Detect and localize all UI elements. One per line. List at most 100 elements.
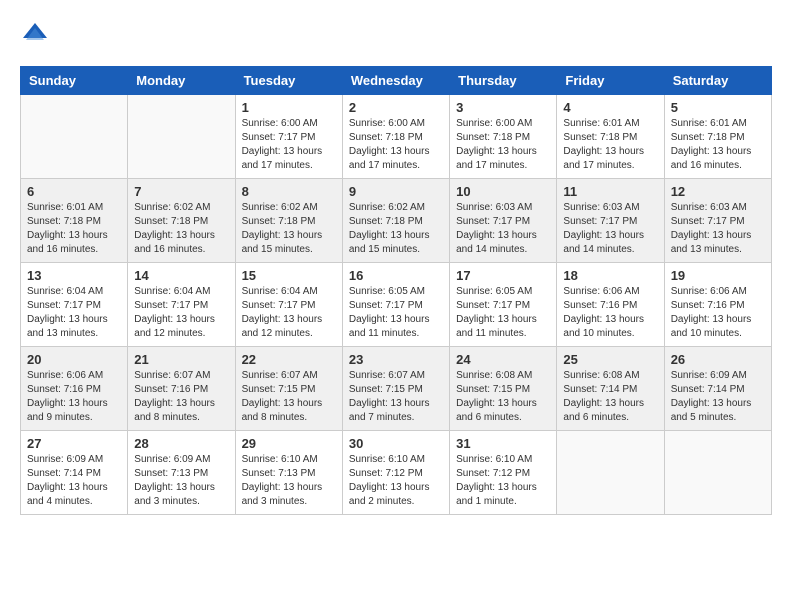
day-info: Sunrise: 6:09 AM Sunset: 7:13 PM Dayligh… (134, 453, 228, 509)
calendar-cell: 10 Sunrise: 6:03 AM Sunset: 7:17 PM Dayli… (450, 179, 557, 263)
day-number: 14 (134, 268, 228, 283)
day-info: Sunrise: 6:04 AM Sunset: 7:17 PM Dayligh… (242, 285, 336, 341)
day-number: 12 (671, 184, 765, 199)
calendar-cell: 23 Sunrise: 6:07 AM Sunset: 7:15 PM Dayli… (342, 347, 449, 431)
day-number: 11 (563, 184, 657, 199)
calendar-cell: 14 Sunrise: 6:04 AM Sunset: 7:17 PM Dayli… (128, 263, 235, 347)
calendar-cell: 7 Sunrise: 6:02 AM Sunset: 7:18 PM Daylig… (128, 179, 235, 263)
day-info: Sunrise: 6:01 AM Sunset: 7:18 PM Dayligh… (563, 117, 657, 173)
day-info: Sunrise: 6:09 AM Sunset: 7:14 PM Dayligh… (27, 453, 121, 509)
day-number: 18 (563, 268, 657, 283)
weekday-header-tuesday: Tuesday (235, 67, 342, 95)
day-info: Sunrise: 6:09 AM Sunset: 7:14 PM Dayligh… (671, 369, 765, 425)
day-number: 6 (27, 184, 121, 199)
day-info: Sunrise: 6:01 AM Sunset: 7:18 PM Dayligh… (671, 117, 765, 173)
day-number: 19 (671, 268, 765, 283)
day-info: Sunrise: 6:10 AM Sunset: 7:12 PM Dayligh… (349, 453, 443, 509)
day-number: 31 (456, 436, 550, 451)
calendar-cell: 19 Sunrise: 6:06 AM Sunset: 7:16 PM Dayli… (664, 263, 771, 347)
day-number: 21 (134, 352, 228, 367)
calendar-header-row: SundayMondayTuesdayWednesdayThursdayFrid… (21, 67, 772, 95)
day-info: Sunrise: 6:04 AM Sunset: 7:17 PM Dayligh… (27, 285, 121, 341)
day-info: Sunrise: 6:08 AM Sunset: 7:14 PM Dayligh… (563, 369, 657, 425)
day-number: 26 (671, 352, 765, 367)
calendar-cell: 17 Sunrise: 6:05 AM Sunset: 7:17 PM Dayli… (450, 263, 557, 347)
day-info: Sunrise: 6:03 AM Sunset: 7:17 PM Dayligh… (563, 201, 657, 257)
day-number: 27 (27, 436, 121, 451)
calendar-cell: 25Sunrise: 6:08 AM Sunset: 7:14 PM Dayli… (557, 347, 664, 431)
day-number: 22 (242, 352, 336, 367)
calendar-cell: 8 Sunrise: 6:02 AM Sunset: 7:18 PM Daylig… (235, 179, 342, 263)
day-number: 23 (349, 352, 443, 367)
calendar-cell: 9Sunrise: 6:02 AM Sunset: 7:18 PM Daylig… (342, 179, 449, 263)
day-number: 7 (134, 184, 228, 199)
day-number: 16 (349, 268, 443, 283)
day-number: 28 (134, 436, 228, 451)
day-info: Sunrise: 6:05 AM Sunset: 7:17 PM Dayligh… (349, 285, 443, 341)
day-info: Sunrise: 6:04 AM Sunset: 7:17 PM Dayligh… (134, 285, 228, 341)
calendar-week-row: 1 Sunrise: 6:00 AM Sunset: 7:17 PM Daylig… (21, 95, 772, 179)
day-info: Sunrise: 6:01 AM Sunset: 7:18 PM Dayligh… (27, 201, 121, 257)
calendar-cell: 31 Sunrise: 6:10 AM Sunset: 7:12 PM Dayli… (450, 431, 557, 515)
day-info: Sunrise: 6:10 AM Sunset: 7:12 PM Dayligh… (456, 453, 550, 509)
calendar-cell: 12 Sunrise: 6:03 AM Sunset: 7:17 PM Dayli… (664, 179, 771, 263)
calendar-cell: 27 Sunrise: 6:09 AM Sunset: 7:14 PM Dayli… (21, 431, 128, 515)
calendar-cell: 22 Sunrise: 6:07 AM Sunset: 7:15 PM Dayli… (235, 347, 342, 431)
calendar-cell (557, 431, 664, 515)
day-number: 29 (242, 436, 336, 451)
day-info: Sunrise: 6:03 AM Sunset: 7:17 PM Dayligh… (456, 201, 550, 257)
calendar-week-row: 20 Sunrise: 6:06 AM Sunset: 7:16 PM Dayli… (21, 347, 772, 431)
calendar-cell (664, 431, 771, 515)
day-number: 10 (456, 184, 550, 199)
weekday-header-monday: Monday (128, 67, 235, 95)
calendar-table: SundayMondayTuesdayWednesdayThursdayFrid… (20, 66, 772, 515)
day-info: Sunrise: 6:02 AM Sunset: 7:18 PM Dayligh… (242, 201, 336, 257)
day-info: Sunrise: 6:00 AM Sunset: 7:18 PM Dayligh… (456, 117, 550, 173)
calendar-cell: 30 Sunrise: 6:10 AM Sunset: 7:12 PM Dayli… (342, 431, 449, 515)
calendar-cell: 1 Sunrise: 6:00 AM Sunset: 7:17 PM Daylig… (235, 95, 342, 179)
day-number: 9 (349, 184, 443, 199)
day-number: 13 (27, 268, 121, 283)
day-number: 20 (27, 352, 121, 367)
day-info: Sunrise: 6:00 AM Sunset: 7:18 PM Dayligh… (349, 117, 443, 173)
day-number: 24 (456, 352, 550, 367)
calendar-week-row: 6 Sunrise: 6:01 AM Sunset: 7:18 PM Daylig… (21, 179, 772, 263)
weekday-header-saturday: Saturday (664, 67, 771, 95)
calendar-week-row: 27 Sunrise: 6:09 AM Sunset: 7:14 PM Dayli… (21, 431, 772, 515)
day-info: Sunrise: 6:08 AM Sunset: 7:15 PM Dayligh… (456, 369, 550, 425)
calendar-cell: 13 Sunrise: 6:04 AM Sunset: 7:17 PM Dayli… (21, 263, 128, 347)
day-info: Sunrise: 6:03 AM Sunset: 7:17 PM Dayligh… (671, 201, 765, 257)
calendar-cell: 4 Sunrise: 6:01 AM Sunset: 7:18 PM Daylig… (557, 95, 664, 179)
day-info: Sunrise: 6:06 AM Sunset: 7:16 PM Dayligh… (671, 285, 765, 341)
calendar-cell: 5Sunrise: 6:01 AM Sunset: 7:18 PM Daylig… (664, 95, 771, 179)
calendar-cell: 6 Sunrise: 6:01 AM Sunset: 7:18 PM Daylig… (21, 179, 128, 263)
calendar-cell: 28 Sunrise: 6:09 AM Sunset: 7:13 PM Dayli… (128, 431, 235, 515)
day-info: Sunrise: 6:06 AM Sunset: 7:16 PM Dayligh… (27, 369, 121, 425)
day-number: 8 (242, 184, 336, 199)
day-info: Sunrise: 6:07 AM Sunset: 7:15 PM Dayligh… (349, 369, 443, 425)
calendar-cell: 21 Sunrise: 6:07 AM Sunset: 7:16 PM Dayli… (128, 347, 235, 431)
day-number: 1 (242, 100, 336, 115)
day-info: Sunrise: 6:07 AM Sunset: 7:15 PM Dayligh… (242, 369, 336, 425)
page-header (20, 20, 772, 50)
calendar-cell: 3Sunrise: 6:00 AM Sunset: 7:18 PM Daylig… (450, 95, 557, 179)
calendar-cell: 20 Sunrise: 6:06 AM Sunset: 7:16 PM Dayli… (21, 347, 128, 431)
day-info: Sunrise: 6:07 AM Sunset: 7:16 PM Dayligh… (134, 369, 228, 425)
day-number: 4 (563, 100, 657, 115)
day-number: 17 (456, 268, 550, 283)
calendar-cell: 15Sunrise: 6:04 AM Sunset: 7:17 PM Dayli… (235, 263, 342, 347)
day-info: Sunrise: 6:05 AM Sunset: 7:17 PM Dayligh… (456, 285, 550, 341)
calendar-cell: 29 Sunrise: 6:10 AM Sunset: 7:13 PM Dayli… (235, 431, 342, 515)
day-number: 30 (349, 436, 443, 451)
calendar-cell: 26 Sunrise: 6:09 AM Sunset: 7:14 PM Dayli… (664, 347, 771, 431)
weekday-header-wednesday: Wednesday (342, 67, 449, 95)
calendar-week-row: 13 Sunrise: 6:04 AM Sunset: 7:17 PM Dayli… (21, 263, 772, 347)
day-info: Sunrise: 6:10 AM Sunset: 7:13 PM Dayligh… (242, 453, 336, 509)
calendar-cell (128, 95, 235, 179)
weekday-header-friday: Friday (557, 67, 664, 95)
day-info: Sunrise: 6:02 AM Sunset: 7:18 PM Dayligh… (134, 201, 228, 257)
day-info: Sunrise: 6:06 AM Sunset: 7:16 PM Dayligh… (563, 285, 657, 341)
calendar-cell: 18 Sunrise: 6:06 AM Sunset: 7:16 PM Dayli… (557, 263, 664, 347)
day-info: Sunrise: 6:00 AM Sunset: 7:17 PM Dayligh… (242, 117, 336, 173)
calendar-cell (21, 95, 128, 179)
